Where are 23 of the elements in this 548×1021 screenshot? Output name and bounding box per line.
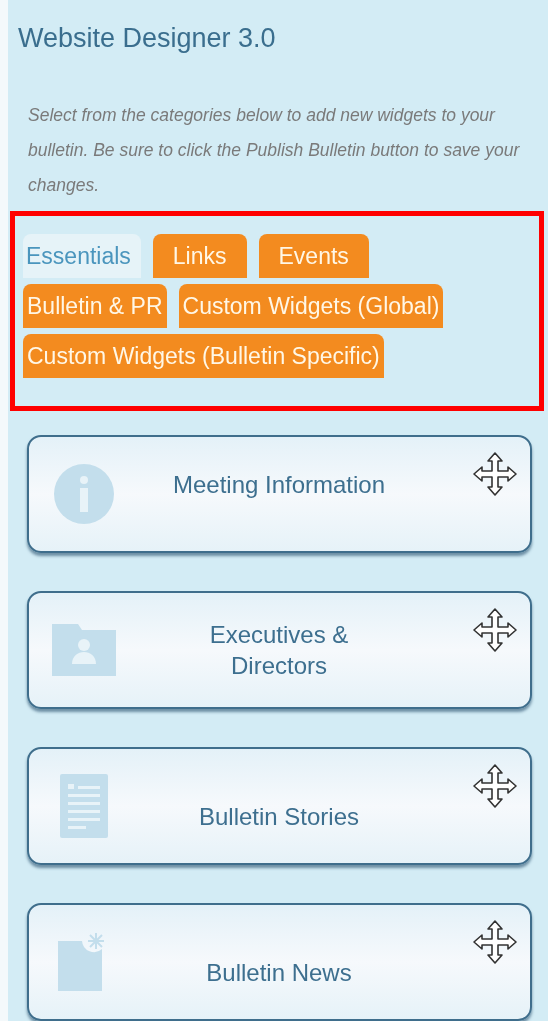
widget-card[interactable]: Meeting Information: [27, 435, 532, 553]
widget-title: Bulletin Stories: [197, 801, 361, 832]
category-tab[interactable]: Bulletin & PR: [23, 284, 167, 328]
page-title: Website Designer 3.0: [18, 22, 276, 55]
category-tab[interactable]: Essentials: [23, 234, 141, 278]
widget-title: Bulletin News: [205, 957, 353, 988]
move-icon[interactable]: [472, 451, 518, 497]
instructions-text: Select from the categories below to add new widgets to your bulletin. Be sure to click the Publish Bulletin button to save your changes.: [28, 104, 521, 197]
info-icon: [53, 463, 115, 525]
widget-title: Meeting Information: [171, 469, 387, 500]
widget-card[interactable]: Bulletin Stories: [27, 747, 532, 865]
category-tab[interactable]: Events: [258, 234, 369, 278]
category-tab[interactable]: Links: [152, 234, 247, 278]
move-icon[interactable]: [472, 607, 518, 653]
category-tab[interactable]: Custom Widgets (Bulletin Specific): [23, 334, 384, 378]
widget-title: Executives & Directors: [208, 620, 350, 681]
folder-person-icon: [52, 624, 116, 676]
widget-card[interactable]: Executives & Directors: [27, 591, 532, 709]
document-icon: [60, 774, 108, 838]
widget-card[interactable]: Bulletin News: [27, 903, 532, 1021]
category-tab[interactable]: Custom Widgets (Global): [178, 284, 444, 328]
move-icon[interactable]: [472, 919, 518, 965]
move-icon[interactable]: [472, 763, 518, 809]
